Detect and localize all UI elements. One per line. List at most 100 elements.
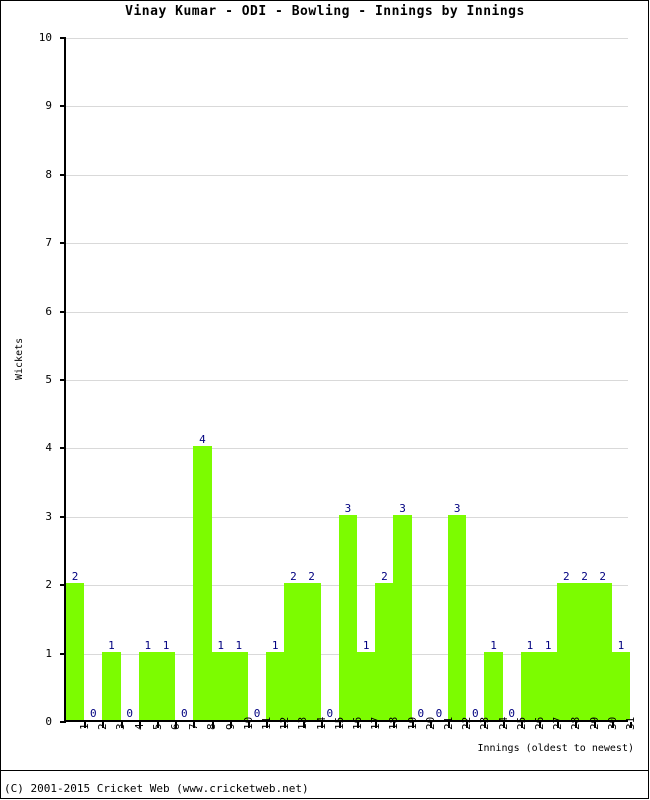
bar-value-label: 1 <box>162 638 170 652</box>
bar-value-label: 2 <box>563 570 570 584</box>
y-tick-label: 8 <box>45 167 52 181</box>
x-tick-label: 20 <box>423 716 437 730</box>
bar-value-label: 1 <box>490 638 497 652</box>
bar-value-label: 2 <box>599 570 607 584</box>
bar <box>557 583 576 720</box>
bar <box>138 651 157 720</box>
bar <box>448 514 467 720</box>
bar <box>338 514 358 720</box>
y-tick-mark <box>60 173 66 176</box>
footer-divider <box>1 770 648 771</box>
y-tick-label: 0 <box>45 715 52 728</box>
x-tick-label: 15 <box>332 716 346 730</box>
x-tick-label: 8 <box>205 723 219 730</box>
bar-value-label: 1 <box>235 638 243 652</box>
bar-value-label: 1 <box>617 638 625 652</box>
bar-value-label: 1 <box>217 638 224 652</box>
bar <box>102 651 121 720</box>
bar <box>575 583 594 720</box>
bar-value-label: 3 <box>399 501 406 515</box>
y-tick-mark <box>60 721 66 723</box>
bar-value-label: 3 <box>344 501 352 515</box>
x-tick-label: 10 <box>241 716 255 730</box>
y-tick-label: 9 <box>45 99 52 113</box>
page-title: Vinay Kumar - ODI - Bowling - Innings by… <box>125 4 525 19</box>
bar <box>229 651 248 720</box>
bar-value-label: 2 <box>308 570 315 584</box>
bar-value-label: 1 <box>526 638 534 652</box>
gridline <box>66 380 628 381</box>
bar <box>266 651 285 720</box>
y-tick-label: 4 <box>45 441 52 455</box>
bar <box>484 651 503 720</box>
bar-value-label: 1 <box>271 638 279 652</box>
copyright-notice: (C) 2001-2015 Cricket Web (www.cricketwe… <box>4 782 309 795</box>
x-tick-label: 11 <box>260 716 274 730</box>
y-tick-label: 1 <box>45 646 52 660</box>
x-tick-label: 19 <box>405 716 419 730</box>
bar <box>302 583 321 720</box>
x-tick-label: 18 <box>387 716 401 730</box>
x-tick-label: 2 <box>96 723 110 730</box>
gridline <box>66 174 628 176</box>
bar-value-label: 2 <box>381 570 388 584</box>
bar <box>284 583 303 720</box>
gridline <box>66 243 628 245</box>
x-tick-label: 22 <box>460 716 474 730</box>
bar-value-label: 0 <box>180 707 188 720</box>
bar <box>611 651 630 720</box>
bar <box>357 651 376 720</box>
gridline <box>66 311 628 313</box>
bar <box>539 651 558 720</box>
bar-value-label: 1 <box>144 638 152 652</box>
y-tick-label: 2 <box>45 578 52 592</box>
bar-value-label: 4 <box>199 433 206 447</box>
x-tick-label: 23 <box>478 716 492 730</box>
x-tick-label: 9 <box>223 723 237 730</box>
bar-value-label: 1 <box>108 638 115 652</box>
plot-area: 2010110411012203123003010112221 <box>60 37 632 728</box>
x-tick-label: 25 <box>514 716 528 730</box>
bar <box>375 583 394 720</box>
y-tick-label: 3 <box>45 509 52 523</box>
bar <box>393 514 412 720</box>
x-tick-label: 29 <box>587 716 601 730</box>
x-tick-label: 3 <box>114 723 128 730</box>
bar <box>193 446 212 720</box>
bar-value-label: 3 <box>453 501 461 515</box>
y-tick-mark <box>60 105 66 108</box>
gridline <box>66 38 628 39</box>
bar <box>593 583 612 720</box>
x-tick-label: 13 <box>296 716 310 730</box>
bar <box>66 583 85 720</box>
x-tick-label: 5 <box>150 723 164 730</box>
y-tick-label: 5 <box>45 373 52 386</box>
x-tick-label: 31 <box>623 716 637 730</box>
bar-value-label: 0 <box>89 707 97 720</box>
bar-value-label: 2 <box>581 570 588 584</box>
x-tick-label: 24 <box>496 716 510 730</box>
x-tick-label: 6 <box>169 723 183 730</box>
y-tick-label: 7 <box>45 236 52 250</box>
x-tick-label: 27 <box>551 716 565 730</box>
bar <box>520 651 540 720</box>
x-tick-label: 12 <box>278 716 292 730</box>
y-tick-mark <box>60 310 66 313</box>
x-tick-label: 30 <box>605 716 619 730</box>
bar-value-label: 1 <box>362 638 370 652</box>
x-tick-label: 26 <box>532 716 546 730</box>
x-axis-label: Innings (oldest to newest) <box>477 743 634 754</box>
bar-value-label: 2 <box>71 570 79 584</box>
y-tick-mark <box>60 379 66 381</box>
y-tick-mark <box>60 447 66 450</box>
x-tick-label: 17 <box>369 716 383 730</box>
x-tick-label: 7 <box>187 723 201 730</box>
y-tick-label: 10 <box>38 31 52 44</box>
bar <box>156 651 176 720</box>
x-tick-label: 28 <box>569 716 583 730</box>
x-tick-label: 14 <box>314 716 328 730</box>
y-tick-mark <box>60 242 66 245</box>
bar-value-label: 0 <box>126 707 133 720</box>
x-tick-label: 4 <box>132 723 146 730</box>
gridline <box>66 448 628 450</box>
